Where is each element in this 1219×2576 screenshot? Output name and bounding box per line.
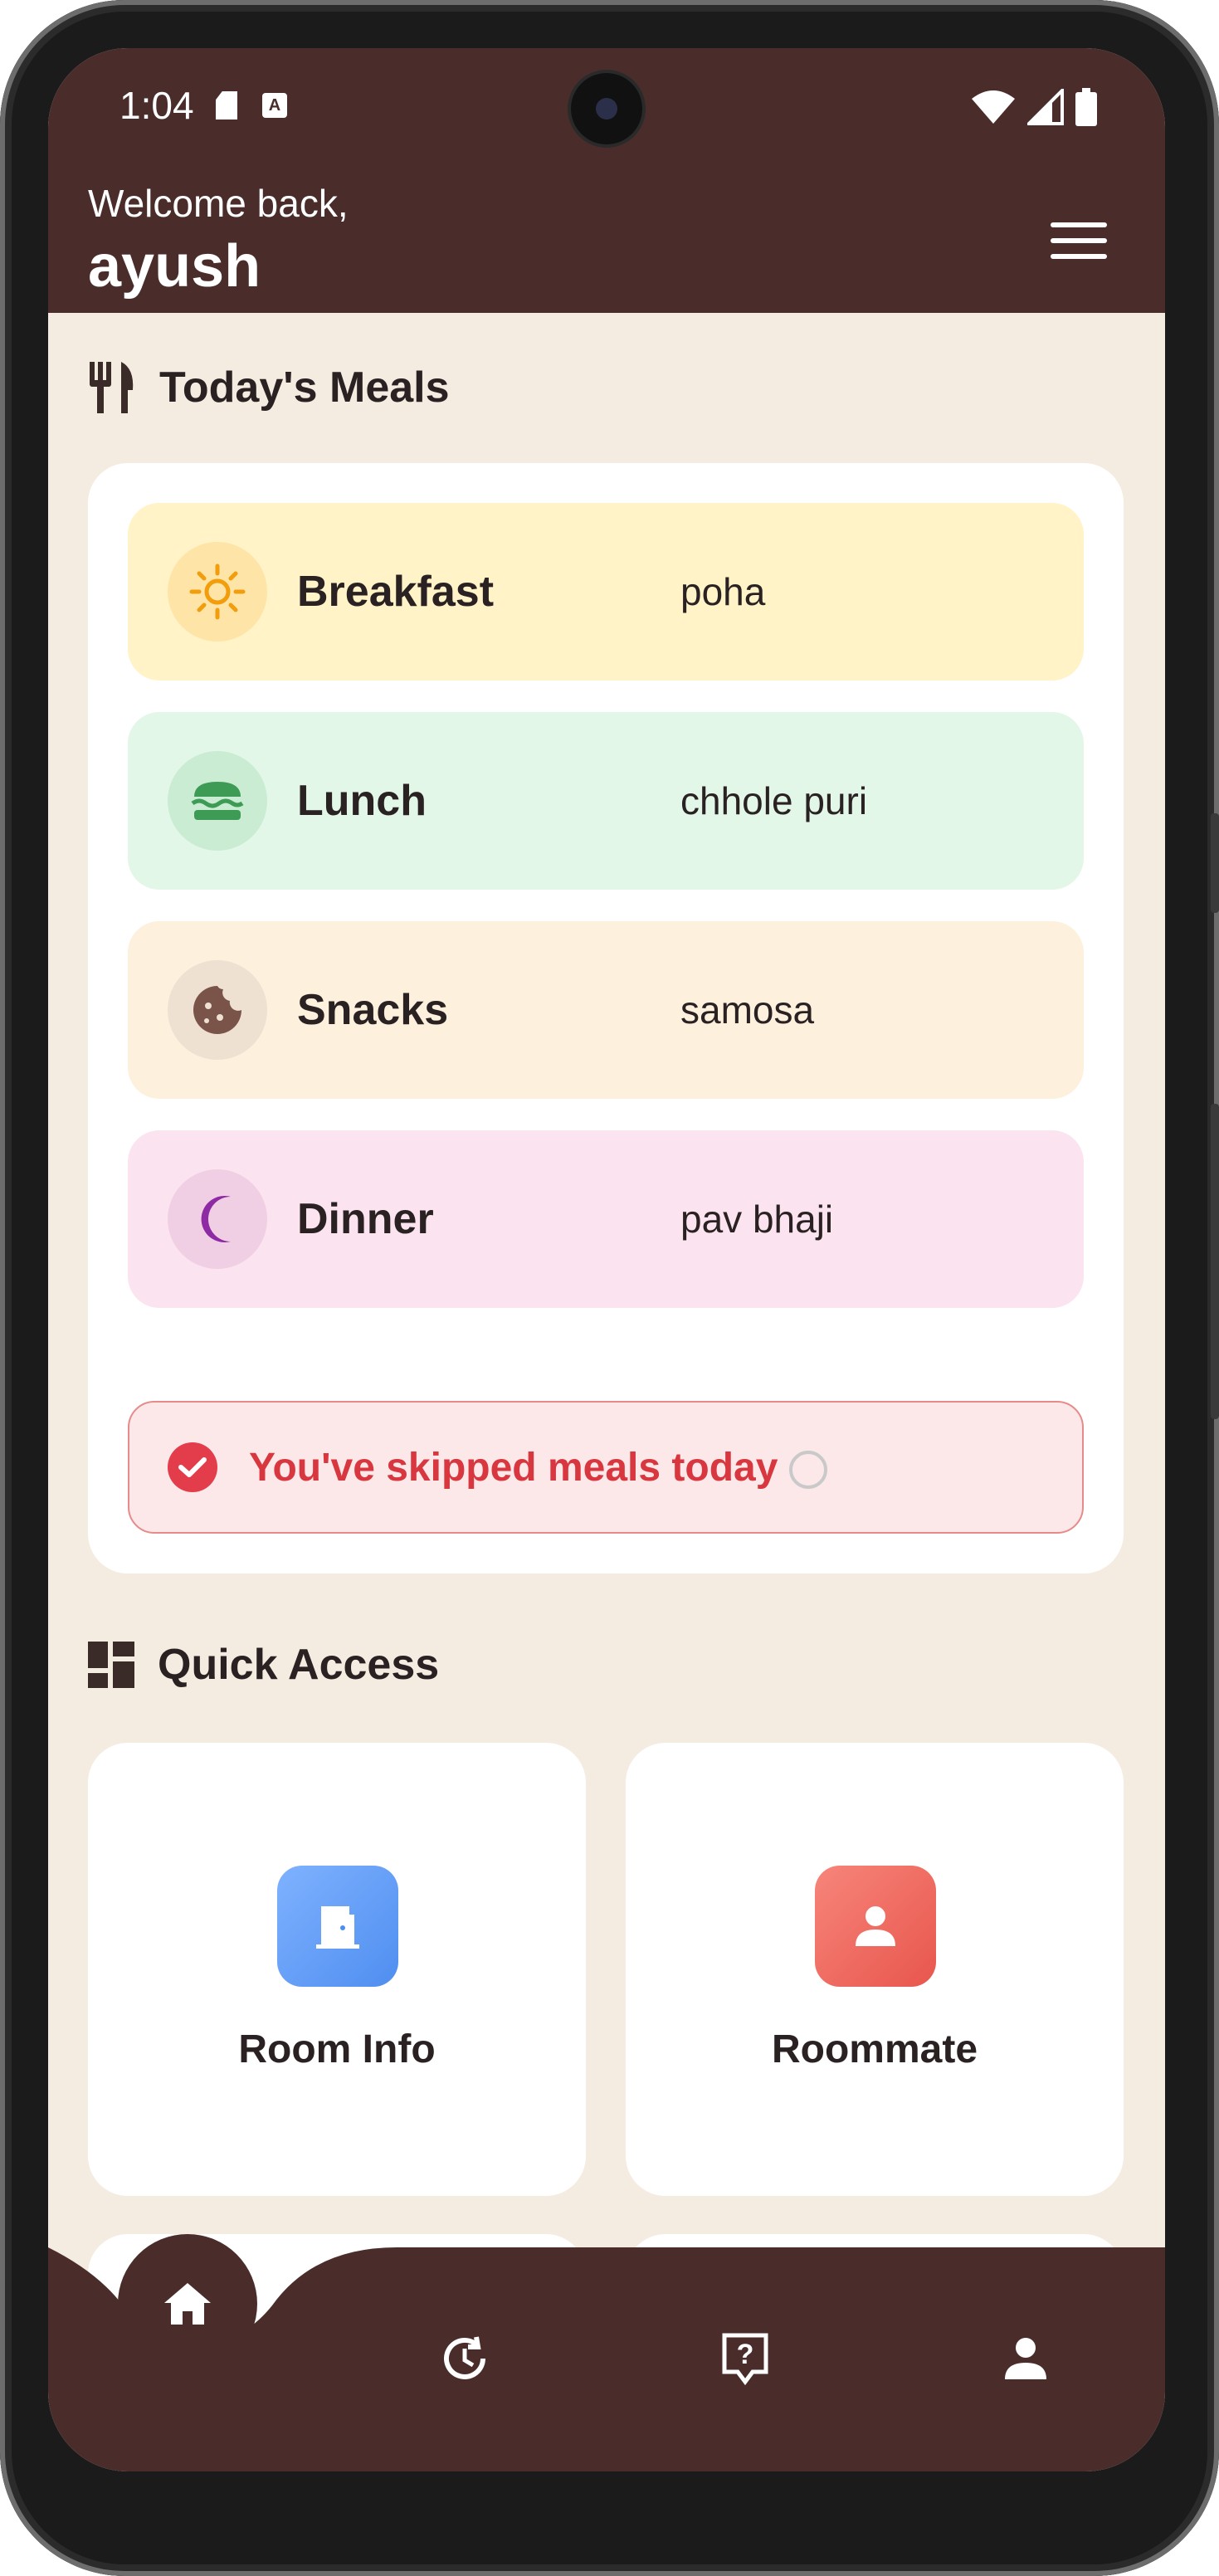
meal-item: pav bhaji bbox=[680, 1198, 834, 1241]
meal-row-dinner[interactable]: Dinner pav bhaji bbox=[128, 1130, 1084, 1308]
meal-name: Snacks bbox=[297, 986, 449, 1034]
door-icon bbox=[277, 1866, 398, 1987]
power-button bbox=[1211, 813, 1219, 913]
skip-meals-text: You've skipped meals today bbox=[249, 1445, 828, 1490]
text-a-icon: A bbox=[262, 93, 287, 118]
battery-icon bbox=[1075, 88, 1097, 126]
quick-access-heading: Quick Access bbox=[88, 1640, 439, 1690]
history-icon[interactable] bbox=[432, 2325, 498, 2392]
status-system-icons bbox=[971, 88, 1097, 126]
status-notification-icons: A bbox=[216, 91, 287, 120]
meal-item: samosa bbox=[680, 988, 815, 1032]
svg-text:?: ? bbox=[737, 2339, 754, 2370]
volume-button bbox=[1211, 1104, 1219, 1419]
meal-name: Dinner bbox=[297, 1195, 434, 1243]
skip-meals-message: You've skipped meals today bbox=[249, 1445, 778, 1490]
meal-name: Breakfast bbox=[297, 568, 495, 616]
front-camera bbox=[571, 73, 642, 144]
section-title-quick-access: Quick Access bbox=[158, 1641, 440, 1689]
meal-item: poha bbox=[680, 570, 766, 613]
signal-icon bbox=[1027, 89, 1064, 125]
profile-icon[interactable] bbox=[992, 2325, 1059, 2392]
tile-label: Room Info bbox=[238, 2027, 436, 2071]
sun-icon bbox=[168, 542, 267, 642]
meal-row-snacks[interactable]: Snacks samosa bbox=[128, 921, 1084, 1099]
status-time: 1:04 bbox=[119, 84, 194, 127]
help-icon[interactable]: ? bbox=[712, 2325, 778, 2392]
meal-item: chhole puri bbox=[680, 779, 868, 822]
burger-icon bbox=[168, 751, 267, 851]
meal-name: Lunch bbox=[297, 777, 427, 825]
person-icon bbox=[815, 1866, 936, 1987]
app-screen: 1:04 A Welcome back, ayush Today's Meals bbox=[48, 48, 1165, 2471]
menu-icon[interactable] bbox=[1051, 222, 1107, 262]
sd-card-icon bbox=[216, 91, 237, 120]
check-circle-icon bbox=[168, 1442, 217, 1492]
dashboard-icon bbox=[88, 1642, 134, 1688]
app-header: 1:04 A Welcome back, ayush bbox=[48, 48, 1165, 313]
todays-meals-heading: Today's Meals bbox=[88, 360, 450, 415]
roommate-tile[interactable]: Roommate bbox=[626, 1743, 1124, 2196]
home-icon[interactable] bbox=[118, 2234, 257, 2374]
tile-label: Roommate bbox=[771, 2027, 978, 2071]
meals-card: Breakfast poha Lunch chhole puri Snacks … bbox=[88, 463, 1124, 1573]
moon-icon bbox=[168, 1169, 267, 1269]
wifi-icon bbox=[972, 90, 1015, 124]
meal-row-lunch[interactable]: Lunch chhole puri bbox=[128, 712, 1084, 890]
user-name: ayush bbox=[88, 233, 261, 300]
restaurant-icon bbox=[90, 362, 134, 413]
cookie-icon bbox=[168, 960, 267, 1060]
section-title-meals: Today's Meals bbox=[159, 363, 450, 412]
skip-meals-alert: You've skipped meals today bbox=[128, 1401, 1084, 1534]
plate-icon bbox=[789, 1450, 828, 1489]
room-info-tile[interactable]: Room Info bbox=[88, 1743, 586, 2196]
welcome-text: Welcome back, bbox=[88, 182, 349, 225]
meal-row-breakfast[interactable]: Breakfast poha bbox=[128, 503, 1084, 681]
